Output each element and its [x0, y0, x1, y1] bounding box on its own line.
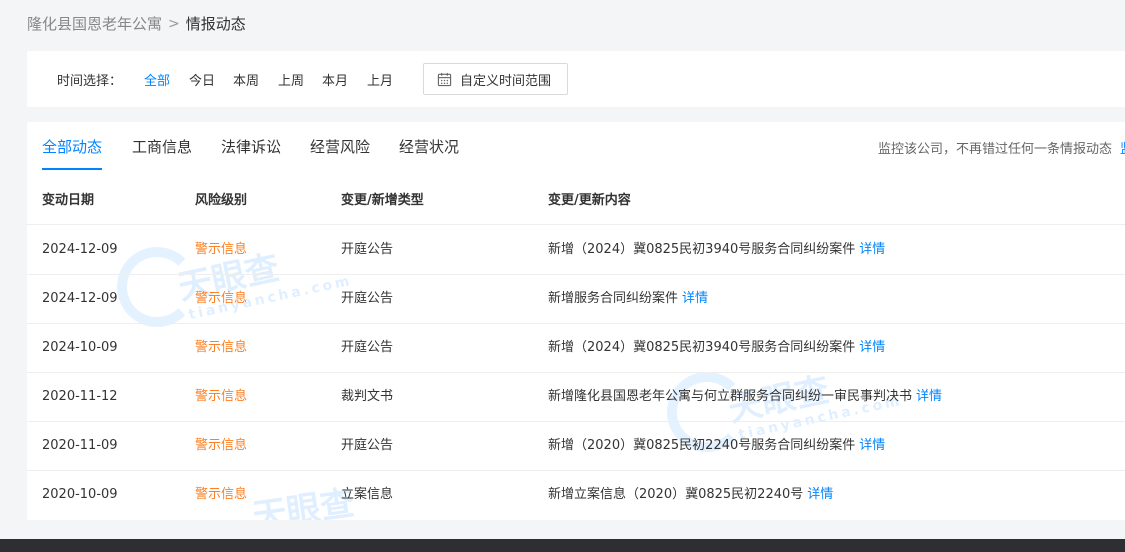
row-detail-link[interactable]: 详情	[859, 438, 885, 453]
tab-business-info[interactable]: 工商信息	[132, 136, 192, 168]
filter-option-this-week[interactable]: 本周	[233, 70, 259, 89]
row-content: 新增服务合同纠纷案件 详情	[548, 274, 708, 323]
row-detail-link[interactable]: 详情	[682, 291, 708, 306]
filter-option-this-month[interactable]: 本月	[322, 70, 348, 89]
breadcrumb-company[interactable]: 隆化县国恩老年公寓	[27, 13, 162, 34]
row-content: 新增（2020）冀0825民初2240号服务合同纠纷案件 详情	[548, 421, 885, 470]
table-row: 2024-10-09 警示信息 开庭公告 新增（2024）冀0825民初3940…	[27, 323, 1125, 373]
row-date: 2020-10-09	[42, 487, 118, 502]
row-type: 开庭公告	[341, 340, 394, 355]
row-content: 新增立案信息（2020）冀0825民初2240号 详情	[548, 470, 833, 519]
row-type: 立案信息	[341, 487, 394, 502]
time-filter-bar: 时间选择： 全部 今日 本周 上周 本月 上月 自定义时间范围	[27, 51, 1125, 107]
custom-time-range-button[interactable]: 自定义时间范围	[423, 63, 568, 95]
filter-option-last-week[interactable]: 上周	[278, 70, 304, 89]
row-date: 2024-12-09	[42, 242, 118, 257]
row-content: 新增（2024）冀0825民初3940号服务合同纠纷案件 详情	[548, 323, 885, 372]
time-filter-label: 时间选择：	[57, 74, 123, 89]
row-risk-level: 警示信息	[195, 340, 248, 355]
row-content: 新增隆化县国恩老年公寓与何立群服务合同纠纷一审民事判决书 详情	[548, 372, 942, 421]
header-risk-level: 风险级别	[195, 193, 248, 208]
row-date: 2024-12-09	[42, 291, 118, 306]
tab-legal-litigation[interactable]: 法律诉讼	[221, 136, 281, 168]
row-content-text: 新增（2024）冀0825民初3940号服务合同纠纷案件	[548, 242, 856, 257]
table-row: 2024-12-09 警示信息 开庭公告 新增（2024）冀0825民初3940…	[27, 225, 1125, 275]
table-header: 变动日期 风险级别 变更/新增类型 变更/更新内容	[27, 178, 1125, 225]
filter-option-all[interactable]: 全部	[144, 70, 170, 89]
table-row: 2020-11-09 警示信息 开庭公告 新增（2020）冀0825民初2240…	[27, 421, 1125, 471]
tab-business-status[interactable]: 经营状况	[399, 136, 459, 168]
row-detail-link[interactable]: 详情	[859, 340, 885, 355]
row-date: 2020-11-12	[42, 389, 118, 404]
header-change-date: 变动日期	[42, 193, 95, 208]
row-content-text: 新增隆化县国恩老年公寓与何立群服务合同纠纷一审民事判决书	[548, 389, 913, 404]
tab-business-risk[interactable]: 经营风险	[310, 136, 370, 168]
table-row: 2020-11-12 警示信息 裁判文书 新增隆化县国恩老年公寓与何立群服务合同…	[27, 372, 1125, 422]
row-type: 开庭公告	[341, 242, 394, 257]
row-content-text: 新增（2020）冀0825民初2240号服务合同纠纷案件	[548, 438, 856, 453]
header-change-type: 变更/新增类型	[341, 193, 424, 208]
row-date: 2020-11-09	[42, 438, 118, 453]
row-detail-link[interactable]: 详情	[807, 487, 833, 502]
row-type: 开庭公告	[341, 438, 394, 453]
intelligence-card: 天眼查 tianyancha.com 天眼查 tianyancha.com 天眼…	[27, 122, 1125, 520]
row-type: 开庭公告	[341, 291, 394, 306]
monitor-button[interactable]: 监	[1120, 142, 1125, 157]
header-change-content: 变更/更新内容	[548, 193, 631, 208]
page-footer	[0, 539, 1125, 552]
breadcrumb: 隆化县国恩老年公寓 > 情报动态	[27, 13, 246, 34]
row-risk-level: 警示信息	[195, 487, 248, 502]
table-row: 2024-12-09 警示信息 开庭公告 新增服务合同纠纷案件 详情	[27, 274, 1125, 324]
row-content-text: 新增服务合同纠纷案件	[548, 291, 679, 306]
row-date: 2024-10-09	[42, 340, 118, 355]
monitor-prompt: 监控该公司，不再错过任何一条情报动态监	[878, 138, 1125, 157]
row-risk-level: 警示信息	[195, 438, 248, 453]
calendar-icon	[437, 72, 452, 86]
row-content: 新增（2024）冀0825民初3940号服务合同纠纷案件 详情	[548, 225, 885, 274]
table-row: 2020-10-09 警示信息 立案信息 新增立案信息（2020）冀0825民初…	[27, 470, 1125, 519]
filter-option-today[interactable]: 今日	[189, 70, 215, 89]
row-detail-link[interactable]: 详情	[916, 389, 942, 404]
monitor-prompt-text: 监控该公司，不再错过任何一条情报动态	[878, 142, 1113, 157]
tab-all-updates[interactable]: 全部动态	[42, 136, 103, 170]
filter-option-last-month[interactable]: 上月	[367, 70, 393, 89]
row-risk-level: 警示信息	[195, 389, 248, 404]
row-risk-level: 警示信息	[195, 242, 248, 257]
row-content-text: 新增（2024）冀0825民初3940号服务合同纠纷案件	[548, 340, 856, 355]
row-content-text: 新增立案信息（2020）冀0825民初2240号	[548, 487, 804, 502]
row-risk-level: 警示信息	[195, 291, 248, 306]
row-detail-link[interactable]: 详情	[859, 242, 885, 257]
row-type: 裁判文书	[341, 389, 394, 404]
breadcrumb-current: 情报动态	[185, 15, 246, 33]
breadcrumb-separator: >	[168, 15, 180, 32]
custom-time-range-label: 自定义时间范围	[460, 73, 552, 89]
